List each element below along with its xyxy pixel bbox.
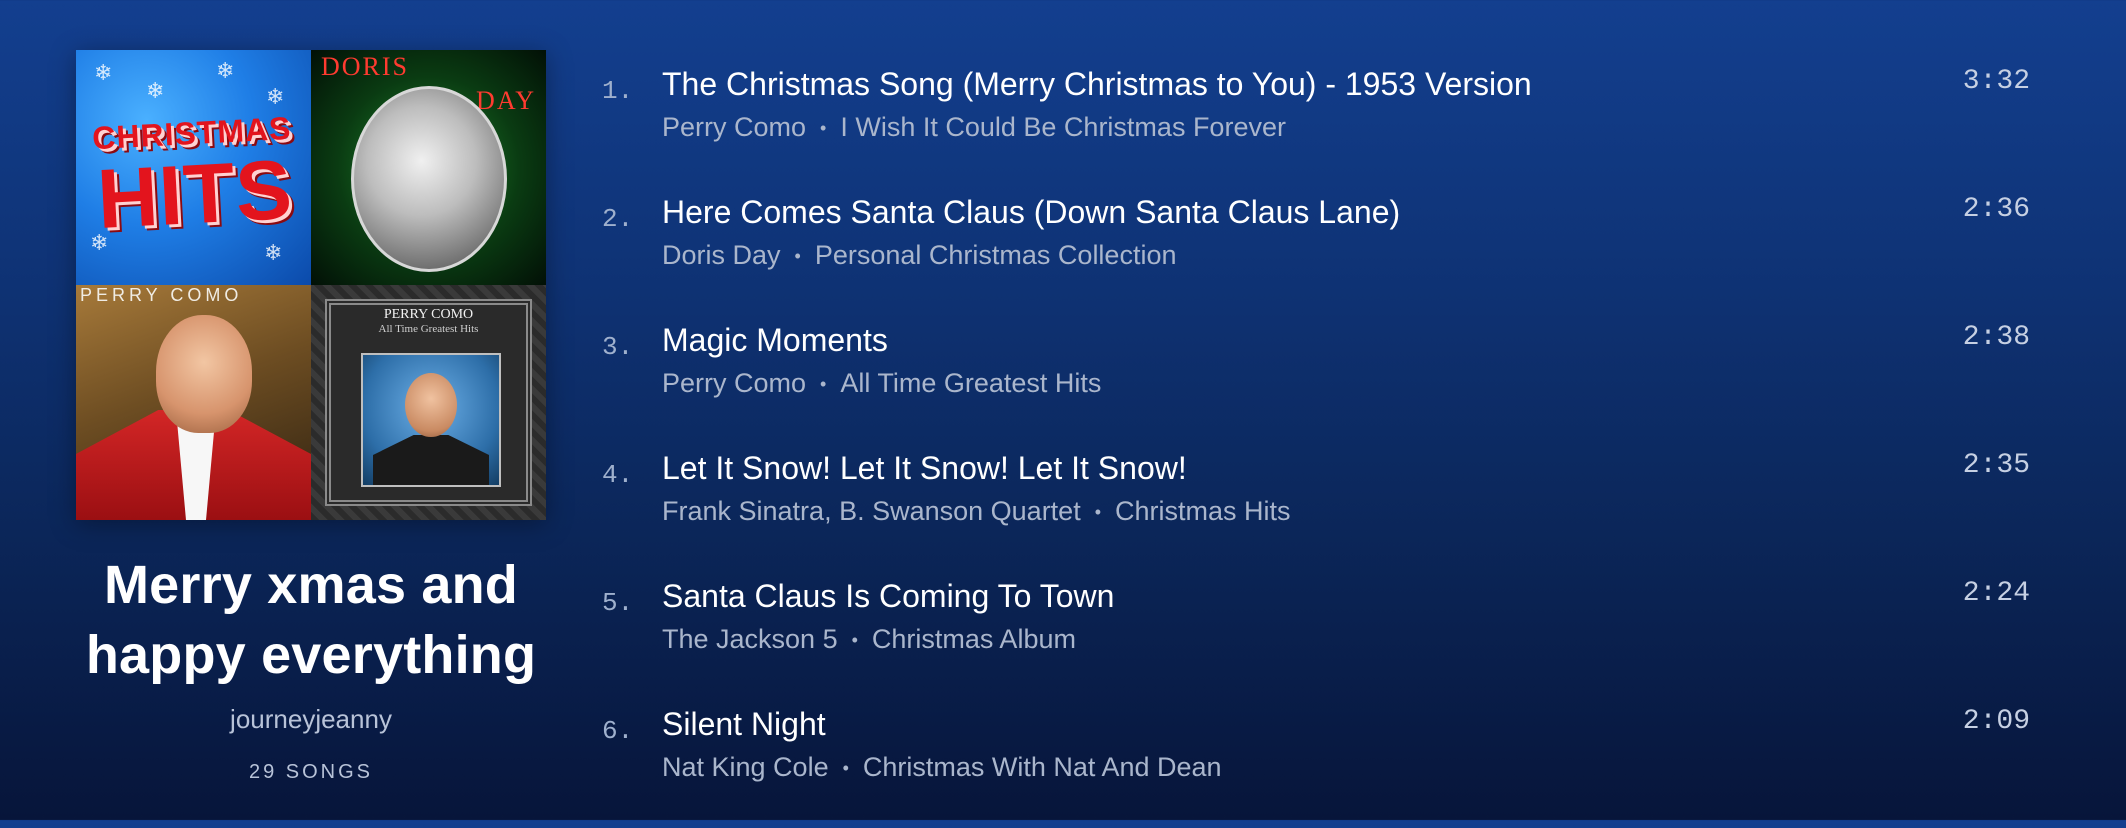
track-row[interactable]: 5. Santa Claus Is Coming To Town The Jac… <box>590 572 2030 700</box>
separator-dot-icon: • <box>851 630 858 650</box>
track-duration: 2:09 <box>1962 706 2030 737</box>
portrait-image <box>361 353 501 487</box>
track-title[interactable]: Santa Claus Is Coming To Town <box>662 578 1114 615</box>
track-number: 1. <box>602 76 634 106</box>
song-count: 29 SONGS <box>248 761 374 783</box>
track-title[interactable]: The Christmas Song (Merry Christmas to Y… <box>662 66 1532 103</box>
track-number: 3. <box>602 332 634 362</box>
track-artist-link[interactable]: The Jackson 5 <box>662 624 838 654</box>
track-title[interactable]: Here Comes Santa Claus (Down Santa Claus… <box>662 194 1400 231</box>
track-album-link[interactable]: Christmas With Nat And Dean <box>863 752 1222 782</box>
cover-art-word: DORIS <box>321 52 410 81</box>
track-row[interactable]: 4. Let It Snow! Let It Snow! Let It Snow… <box>590 444 2030 572</box>
track-row[interactable]: 6. Silent Night Nat King Cole • Christmas … <box>590 700 2030 828</box>
track-duration: 2:35 <box>1962 450 2030 481</box>
portrait-image <box>405 373 457 437</box>
cover-art-title: PERRY COMO All Time Greatest Hits <box>311 307 546 335</box>
portrait-image <box>156 315 252 433</box>
cover-art-subtitle: All Time Greatest Hits <box>378 323 479 335</box>
track-album-link[interactable]: I Wish It Could Be Christmas Forever <box>840 112 1286 142</box>
track-album-link[interactable]: Christmas Hits <box>1115 496 1291 526</box>
track-meta: Perry Como • I Wish It Could Be Christmas … <box>662 112 1286 143</box>
snowflake-icon: ❄ <box>146 78 165 103</box>
track-duration: 2:36 <box>1962 194 2030 225</box>
separator-dot-icon: • <box>1094 502 1102 522</box>
track-row[interactable]: 3. Magic Moments Perry Como • All Time Gre… <box>590 316 2030 444</box>
portrait-image <box>373 435 489 485</box>
track-album-link[interactable]: Christmas Album <box>872 624 1076 654</box>
track-number: 5. <box>602 588 634 618</box>
cover-art-word: DAY <box>476 86 536 115</box>
playlist-page: ❄ ❄ ❄ ❄ ❄ ❄ CHRISTMAS HITS DORIS DAY PER… <box>0 0 2126 820</box>
portrait-image <box>351 86 507 272</box>
track-meta: Doris Day • Personal Christmas Collection <box>662 240 1176 271</box>
track-artist-link[interactable]: Doris Day <box>662 240 781 270</box>
track-album-link[interactable]: Personal Christmas Collection <box>815 240 1177 270</box>
track-number: 6. <box>602 716 634 746</box>
track-album-link[interactable]: All Time Greatest Hits <box>840 368 1101 398</box>
track-row[interactable]: 2. Here Comes Santa Claus (Down Santa Cl… <box>590 188 2030 316</box>
cover-tile-perry-como-greatest-hits: PERRY COMO All Time Greatest Hits <box>311 285 546 520</box>
track-artist-link[interactable]: Perry Como <box>662 368 806 398</box>
cover-art-word: PERRY COMO <box>383 307 474 322</box>
cover-tile-perry-como-christmas: PERRY COMO <box>76 285 311 520</box>
separator-dot-icon: • <box>842 758 849 778</box>
cover-art-word: HITS <box>94 141 295 246</box>
cover-art-word: PERRY COMO <box>80 285 243 305</box>
snowflake-icon: ❄ <box>94 60 113 85</box>
track-artist-link[interactable]: Nat King Cole <box>662 752 829 782</box>
track-number: 2. <box>602 204 634 234</box>
track-number: 4. <box>602 460 634 490</box>
track-duration: 2:38 <box>1962 322 2030 353</box>
playlist-cover-mosaic[interactable]: ❄ ❄ ❄ ❄ ❄ ❄ CHRISTMAS HITS DORIS DAY PER… <box>76 50 546 520</box>
playlist-title-line: happy everything <box>85 625 537 685</box>
track-meta: Frank Sinatra, B. Swanson Quartet • Christ… <box>662 496 1291 527</box>
track-title[interactable]: Magic Moments <box>662 322 888 359</box>
track-artist-link[interactable]: Frank Sinatra, B. Swanson Quartet <box>662 496 1081 526</box>
track-row[interactable]: 1. The Christmas Song (Merry Christmas t… <box>590 60 2030 188</box>
cover-tile-doris-day: DORIS DAY <box>311 50 546 285</box>
snowflake-icon: ❄ <box>216 58 235 83</box>
track-title[interactable]: Let It Snow! Let It Snow! Let It Snow! <box>662 450 1187 487</box>
track-duration: 2:24 <box>1962 578 2030 609</box>
track-duration: 3:32 <box>1962 66 2030 97</box>
track-title[interactable]: Silent Night <box>662 706 826 743</box>
track-meta: Perry Como • All Time Greatest Hits <box>662 368 1101 399</box>
separator-dot-icon: • <box>820 118 827 138</box>
separator-dot-icon: • <box>794 246 801 266</box>
cover-tile-christmas-hits: ❄ ❄ ❄ ❄ ❄ ❄ CHRISTMAS HITS <box>76 50 311 285</box>
track-list: 1. The Christmas Song (Merry Christmas t… <box>590 60 2030 828</box>
track-meta: Nat King Cole • Christmas With Nat And Dea… <box>662 752 1222 783</box>
cover-art-text: CHRISTMAS HITS <box>90 95 298 255</box>
separator-dot-icon: • <box>820 374 827 394</box>
playlist-title-line: Merry xmas and <box>104 555 518 615</box>
track-artist-link[interactable]: Perry Como <box>662 112 806 142</box>
playlist-owner-link[interactable]: journeyjeanny <box>76 704 546 735</box>
playlist-sidebar: ❄ ❄ ❄ ❄ ❄ ❄ CHRISTMAS HITS DORIS DAY PER… <box>76 50 546 784</box>
playlist-title: Merry xmas and happy everything <box>76 550 546 690</box>
track-meta: The Jackson 5 • Christmas Album <box>662 624 1076 655</box>
